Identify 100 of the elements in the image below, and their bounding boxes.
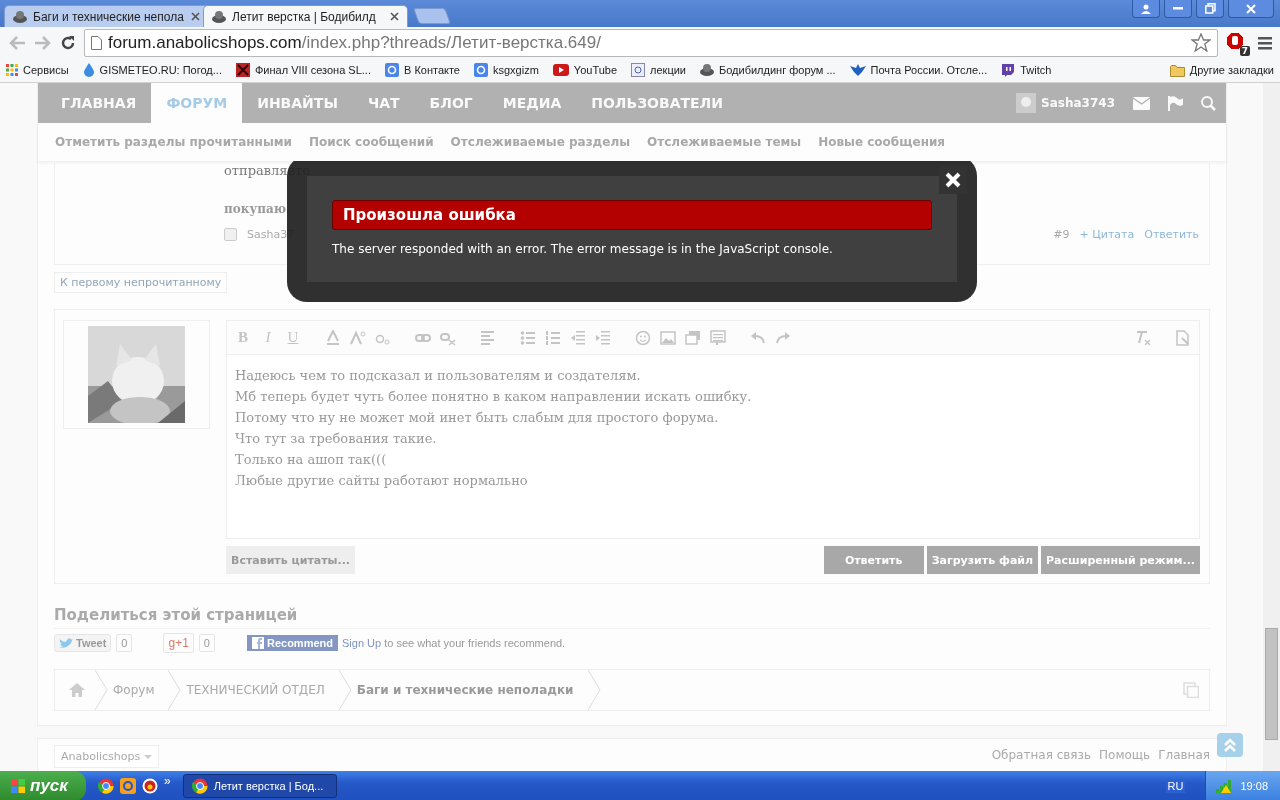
close-icon (1246, 3, 1256, 14)
mail-icon[interactable] (120, 778, 136, 794)
signal-warning-icon[interactable] (1216, 779, 1233, 793)
app-icon[interactable] (142, 778, 158, 794)
insert-quotes-button[interactable]: Вставить цитаты... (226, 546, 356, 574)
smiley-icon[interactable] (635, 329, 651, 346)
bullet-list-icon[interactable] (520, 329, 536, 346)
forward-icon[interactable] (34, 34, 52, 51)
media-icon[interactable] (685, 329, 701, 346)
align-icon[interactable] (480, 329, 496, 346)
bookmark[interactable]: Почта России. Отсле... (870, 64, 988, 76)
scrollbar[interactable] (1263, 83, 1280, 771)
text-size-icon[interactable] (350, 329, 366, 346)
subnav-link[interactable]: Поиск сообщений (309, 135, 434, 149)
recommend-text: to see what your friends recommend. (383, 637, 566, 649)
envelope-icon[interactable] (1133, 96, 1150, 110)
folder-icon (1169, 63, 1185, 77)
bookmark[interactable]: Twitch (1020, 64, 1052, 76)
form-button[interactable]: Загрузить файл (926, 546, 1039, 574)
nav-tab[interactable]: БЛОГ (414, 83, 488, 123)
star-icon[interactable] (1191, 33, 1211, 52)
numbered-list-icon[interactable] (545, 329, 561, 346)
template-icon[interactable] (710, 329, 726, 346)
bookmark[interactable]: В Контакте (404, 64, 460, 76)
document-icon[interactable] (1175, 329, 1191, 346)
breadcrumb-link[interactable]: Форум (109, 683, 169, 697)
format-button[interactable]: U (285, 329, 301, 346)
menu-icon[interactable] (1258, 35, 1272, 50)
copy-icon[interactable] (1183, 682, 1199, 698)
more-icons-button[interactable]: » (164, 774, 171, 788)
bookmark[interactable]: GISMETEO.RU: Погод... (99, 64, 222, 76)
undo-icon[interactable] (750, 329, 766, 346)
quote-link[interactable]: + Цитата (1079, 228, 1135, 241)
bookmark[interactable]: Бодибилдинг форум ... (719, 64, 836, 76)
sign-up-link[interactable]: Sign Up (342, 637, 382, 649)
address-bar[interactable]: forum.anabolicshops.com/index.php?threads/Летит-верстка.649/ (84, 28, 1218, 57)
redo-icon[interactable] (775, 329, 791, 346)
subnav-link[interactable]: Новые сообщения (818, 135, 946, 149)
format-button[interactable]: B (235, 329, 251, 346)
close-button[interactable] (1228, 0, 1274, 18)
chevron-divider (587, 670, 602, 710)
restore-button[interactable] (1196, 0, 1224, 18)
post-number[interactable]: #9 (1053, 228, 1070, 241)
reply-link[interactable]: Ответить (1144, 228, 1199, 241)
footer-link[interactable]: Главная (1158, 748, 1210, 762)
form-button[interactable]: Расширенный режим... (1041, 546, 1200, 574)
breadcrumb-link[interactable]: Баги и технические неполадки (352, 683, 588, 697)
browser-tab[interactable]: Летит верстка | Бодибилд (203, 5, 408, 27)
message-field[interactable]: Надеюсь чем то подсказал и пользователям и создателям. Мб теперь будет чуть более понятно в каком направлении искать ошибку. Потому что ну не может мой инет быть слабым для простого форума. Что тут за требования такие. Только на ашоп так((( Любые другие сайты работают нормально (227, 355, 1199, 501)
nav-tab[interactable]: ФОРУМ (151, 83, 243, 123)
back-icon[interactable] (8, 34, 26, 51)
image-icon[interactable] (660, 329, 676, 346)
breadcrumb-link[interactable]: ТЕХНИЧЕСКИЙ ОТДЕЛ (182, 683, 339, 697)
nav-tab[interactable]: ГЛАВНАЯ (46, 83, 152, 123)
bookmark[interactable]: ksgxgizm (493, 64, 539, 76)
username[interactable]: Sasha3743 (1041, 96, 1115, 110)
subnav-link[interactable]: Отметить разделы прочитанными (55, 135, 292, 149)
indent-icon[interactable] (595, 329, 611, 346)
select-checkbox[interactable] (224, 228, 237, 241)
format-button[interactable]: I (260, 329, 276, 346)
windows-flag-icon (10, 778, 26, 794)
nav-tab[interactable]: МЕДИА (487, 83, 577, 123)
nav-tab[interactable]: ИНВАЙТЫ (242, 83, 353, 123)
bookmark[interactable]: Сервисы (23, 64, 69, 76)
search-icon[interactable] (1201, 95, 1216, 111)
nav-tab[interactable]: ЧАТ (352, 83, 415, 123)
minimize-button[interactable] (1164, 0, 1192, 18)
tweet-button[interactable]: Tweet (54, 634, 112, 652)
new-tab-button[interactable] (413, 8, 451, 24)
profile-button[interactable] (1132, 0, 1160, 18)
footer-link[interactable]: Обратная связь (991, 748, 1091, 762)
first-unread-button[interactable]: К первому непрочитанному (54, 272, 228, 293)
form-button[interactable]: Ответить (823, 546, 924, 574)
browser-icon[interactable] (98, 778, 114, 794)
taskbar-window-button[interactable]: Летит верстка | Бод... (182, 774, 337, 798)
outdent-icon[interactable] (570, 329, 586, 346)
flag-icon[interactable] (1168, 95, 1183, 111)
recommend-button[interactable]: Recommend (246, 635, 338, 651)
site-icon (700, 63, 714, 77)
bookmark-folder[interactable]: Другие закладки (1189, 64, 1274, 76)
close-icon[interactable] (191, 12, 200, 21)
subnav-link[interactable]: Отслеживаемые темы (647, 135, 802, 149)
language-indicator[interactable]: RU (1165, 779, 1186, 793)
nav-tab[interactable]: ПОЛЬЗОВАТЕЛИ (576, 83, 738, 123)
clear-format-icon[interactable] (1135, 329, 1151, 346)
clock: 19:08 (1240, 780, 1268, 792)
plus-one-button[interactable]: g+1 (163, 633, 194, 653)
close-icon[interactable] (390, 12, 399, 21)
extension-button[interactable]: 7 (1226, 31, 1250, 54)
style-chooser[interactable]: Anabolicshops (54, 745, 160, 768)
footer-link[interactable]: Помощь (1099, 748, 1151, 762)
reload-icon[interactable] (60, 34, 76, 51)
start-button[interactable]: пуск (0, 771, 86, 800)
home-icon[interactable] (69, 683, 85, 697)
bookmark[interactable]: Финал VIII сезона SL... (254, 64, 371, 76)
subnav-link[interactable]: Отслеживаемые разделы (450, 135, 631, 149)
text-color-icon[interactable] (325, 329, 341, 346)
bookmark[interactable]: YouTube (573, 64, 618, 76)
scroll-top-button[interactable] (1217, 733, 1243, 757)
bookmark[interactable]: лекции (650, 64, 686, 76)
